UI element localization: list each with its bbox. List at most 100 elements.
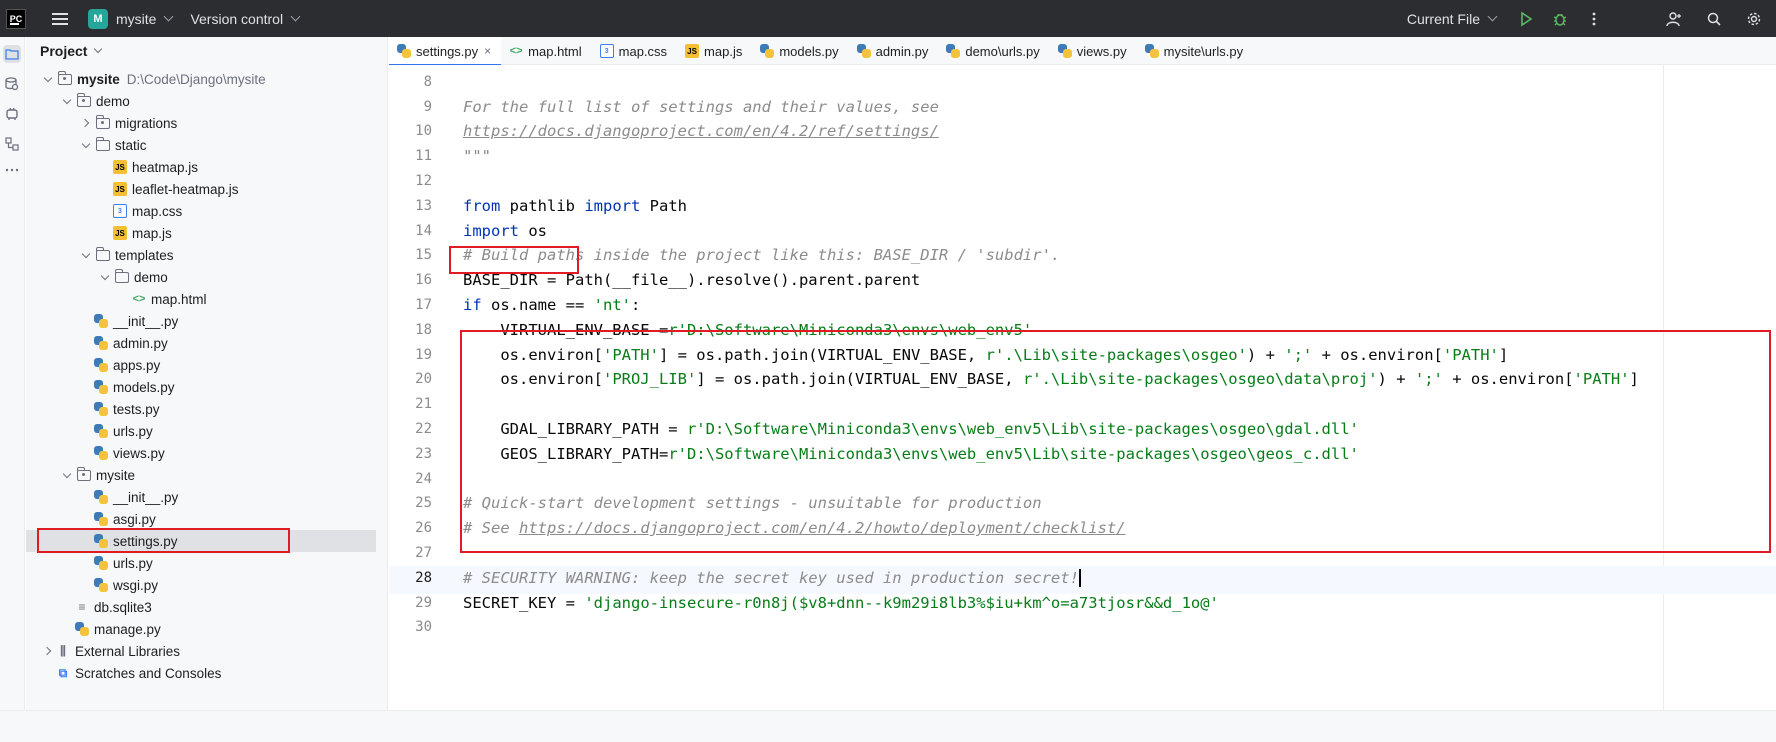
tree-item[interactable]: ⫼ External Libraries bbox=[26, 640, 376, 662]
tree-item[interactable]: <> map.html bbox=[26, 288, 376, 310]
code-line[interactable]: import os bbox=[463, 222, 547, 240]
expand-arrow-icon[interactable] bbox=[78, 137, 94, 153]
database-search-icon[interactable] bbox=[3, 75, 21, 93]
code-line[interactable]: https://docs.djangoproject.com/en/4.2/to… bbox=[463, 65, 967, 66]
logo-text: PC bbox=[9, 13, 23, 24]
html-file-icon: <> bbox=[509, 45, 523, 57]
tree-item[interactable]: ⧉ Scratches and Consoles bbox=[26, 662, 376, 684]
folder-icon bbox=[95, 114, 110, 129]
expand-arrow-icon[interactable] bbox=[59, 93, 75, 109]
editor-tab[interactable]: demo\urls.py bbox=[938, 37, 1049, 65]
search-icon[interactable] bbox=[1704, 9, 1724, 29]
debug-icon[interactable] bbox=[1550, 9, 1570, 29]
tree-item[interactable]: wsgi.py bbox=[26, 574, 376, 596]
tree-item[interactable]: tests.py bbox=[26, 398, 376, 420]
editor-tab[interactable]: mysite\urls.py bbox=[1137, 37, 1253, 65]
expand-arrow-icon[interactable] bbox=[78, 247, 94, 263]
collapse-arrow-icon[interactable] bbox=[40, 643, 56, 659]
tree-item[interactable]: manage.py bbox=[26, 618, 376, 640]
expand-arrow-icon[interactable] bbox=[59, 467, 75, 483]
collapse-arrow-icon[interactable] bbox=[78, 115, 94, 131]
tree-item[interactable]: demo bbox=[26, 90, 376, 112]
code-line[interactable]: For the full list of settings and their … bbox=[463, 98, 939, 116]
code-line[interactable]: SECRET_KEY = 'django-insecure-r0n8j($v8+… bbox=[463, 594, 1219, 612]
editor-tab[interactable]: JS map.js bbox=[677, 37, 752, 65]
structure-icon[interactable] bbox=[3, 135, 21, 153]
editor-tab[interactable]: models.py bbox=[752, 37, 848, 65]
tree-item-label: db.sqlite3 bbox=[94, 599, 152, 615]
line-number: 13 bbox=[415, 197, 432, 214]
tree-item[interactable]: __init__.py bbox=[26, 310, 376, 332]
tree-item[interactable]: views.py bbox=[26, 442, 376, 464]
expand-arrow-icon[interactable] bbox=[40, 71, 56, 87]
expand-arrow-icon[interactable] bbox=[97, 269, 113, 285]
run-config-selector[interactable]: Current File bbox=[1407, 11, 1498, 27]
project-switcher[interactable]: mysite bbox=[116, 11, 174, 27]
py-file-icon bbox=[94, 336, 108, 350]
code-editor[interactable]: 7https://docs.djangoproject.com/en/4.2/t… bbox=[389, 65, 1776, 710]
folder-icon bbox=[95, 246, 110, 261]
tree-item[interactable]: models.py bbox=[26, 376, 376, 398]
settings-gear-icon[interactable] bbox=[1744, 9, 1764, 29]
tree-item-label: Scratches and Consoles bbox=[75, 665, 222, 681]
tree-item-label: __init__.py bbox=[113, 489, 179, 505]
html-file-icon: <> bbox=[132, 293, 146, 305]
tree-item[interactable]: ≡ db.sqlite3 bbox=[26, 596, 376, 618]
code-line[interactable]: https://docs.djangoproject.com/en/4.2/re… bbox=[463, 122, 939, 140]
line-number: 11 bbox=[415, 148, 432, 165]
tree-item[interactable]: migrations bbox=[26, 112, 376, 134]
code-line[interactable]: # SECURITY WARNING: keep the secret key … bbox=[463, 569, 1081, 588]
tree-item[interactable]: admin.py bbox=[26, 332, 376, 354]
close-tab-icon[interactable]: × bbox=[484, 44, 491, 58]
tree-item[interactable]: demo bbox=[26, 266, 376, 288]
run-icon[interactable] bbox=[1516, 9, 1536, 29]
tab-label: map.js bbox=[704, 43, 743, 59]
tree-item[interactable]: JS map.js bbox=[26, 222, 376, 244]
project-badge-icon[interactable]: M bbox=[88, 8, 108, 29]
tree-item[interactable]: urls.py bbox=[26, 552, 376, 574]
tree-item[interactable]: asgi.py bbox=[26, 508, 376, 530]
tree-item-label: heatmap.js bbox=[132, 159, 199, 175]
folder-icon bbox=[114, 268, 129, 283]
code-line[interactable]: """ bbox=[463, 147, 491, 165]
py-file-icon bbox=[94, 402, 108, 416]
code-line[interactable]: from pathlib import Path bbox=[463, 197, 687, 215]
editor-tab[interactable]: settings.py × bbox=[389, 37, 502, 66]
code-line[interactable]: if os.name == 'nt': bbox=[463, 296, 640, 314]
editor-tab[interactable]: <> map.html bbox=[501, 37, 591, 65]
python-packages-icon[interactable] bbox=[3, 105, 21, 123]
project-path: D:\Code\Django\mysite bbox=[126, 71, 266, 87]
editor-tab[interactable]: admin.py bbox=[849, 37, 939, 65]
main-menu-icon[interactable] bbox=[52, 12, 68, 25]
tree-item-label: mysite bbox=[77, 71, 120, 87]
add-user-icon[interactable] bbox=[1664, 9, 1684, 29]
folder-icon bbox=[76, 466, 91, 481]
tree-item[interactable]: JS heatmap.js bbox=[26, 156, 376, 178]
code-token: """ bbox=[463, 147, 491, 166]
tree-item[interactable]: urls.py bbox=[26, 420, 376, 442]
py-file-icon bbox=[94, 490, 108, 504]
text-caret bbox=[1078, 569, 1081, 588]
vcs-menu[interactable]: Version control bbox=[190, 11, 301, 27]
tree-item[interactable]: JS leaflet-heatmap.js bbox=[26, 178, 376, 200]
tree-item[interactable]: 3 map.css bbox=[26, 200, 376, 222]
css-file-icon: 3 bbox=[599, 44, 614, 58]
tree-item[interactable]: mysite bbox=[26, 464, 376, 486]
tree-item[interactable]: mysite D:\Code\Django\mysite bbox=[26, 68, 376, 90]
js-file-icon: JS bbox=[113, 182, 127, 196]
tree-item-label: __init__.py bbox=[113, 313, 179, 329]
project-panel-header[interactable]: Project bbox=[26, 37, 387, 65]
tree-item[interactable]: templates bbox=[26, 244, 376, 266]
project-folder-icon[interactable] bbox=[3, 45, 21, 63]
js-file-icon: JS bbox=[113, 226, 127, 240]
editor-tab[interactable]: views.py bbox=[1050, 37, 1137, 65]
tree-item[interactable]: static bbox=[26, 134, 376, 156]
editor-tab[interactable]: 3 map.css bbox=[592, 37, 677, 65]
tree-item[interactable]: __init__.py bbox=[26, 486, 376, 508]
tree-item[interactable]: apps.py bbox=[26, 354, 376, 376]
tree-item-label: demo bbox=[96, 93, 130, 109]
more-tool-windows-icon[interactable] bbox=[3, 161, 21, 179]
more-actions-icon[interactable] bbox=[1584, 9, 1604, 29]
